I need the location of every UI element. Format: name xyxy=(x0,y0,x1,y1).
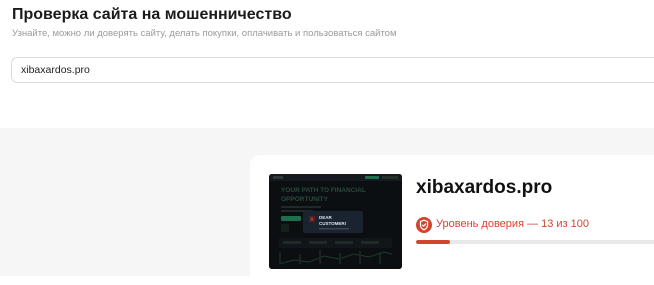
svg-text:×: × xyxy=(311,217,314,223)
trust-score-bar xyxy=(416,240,654,244)
svg-text:CUSTOMER!: CUSTOMER! xyxy=(319,221,347,226)
thumbnail-headline: YOUR PATH TO FINANCIAL xyxy=(281,187,366,194)
page-subtitle: Узнайте, можно ли доверять сайту, делать… xyxy=(12,28,397,39)
site-screenshot-thumbnail[interactable]: YOUR PATH TO FINANCIAL OPPORTUNITY × DEA… xyxy=(269,174,402,269)
page-title: Проверка сайта на мошенничество xyxy=(12,6,292,23)
search-header: Проверка сайта на мошенничество Узнайте,… xyxy=(0,0,654,128)
trust-score-bar-fill xyxy=(416,240,450,244)
thumbnail-popup-text: DEAR xyxy=(319,215,333,220)
trust-level-label: Уровень доверия — 13 из 100 xyxy=(436,218,590,230)
svg-text:OPPORTUNITY: OPPORTUNITY xyxy=(281,196,329,203)
shield-warning-icon xyxy=(416,217,432,233)
site-result-card: YOUR PATH TO FINANCIAL OPPORTUNITY × DEA… xyxy=(250,155,654,285)
search-input[interactable]: xibaxardos.pro xyxy=(11,57,654,83)
site-domain: xibaxardos.pro xyxy=(416,177,553,198)
